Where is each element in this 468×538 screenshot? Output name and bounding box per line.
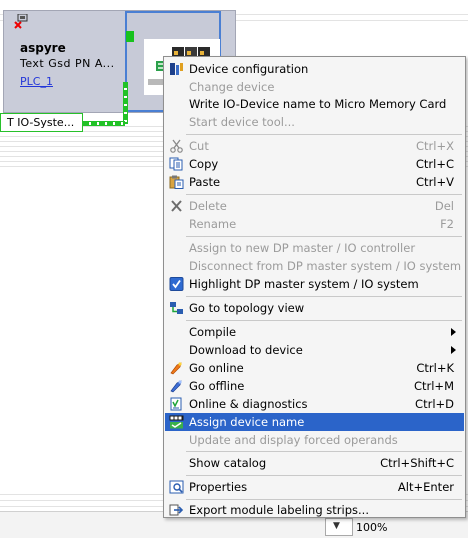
menu-separator	[186, 475, 462, 476]
menu-label: Copy	[189, 157, 219, 171]
profinet-bus-horizontal	[83, 121, 125, 126]
copy-icon	[169, 157, 183, 171]
menu-shortcut: Ctrl+C	[415, 157, 454, 171]
menu-shortcut: Ctrl+M	[413, 379, 454, 393]
menu-shortcut: F2	[440, 217, 454, 231]
zoom-value: 100%	[356, 521, 388, 534]
checkbox-checked-icon	[169, 277, 184, 291]
menu-separator	[186, 236, 462, 237]
menu-item-go-offline[interactable]: Go offline Ctrl+M	[165, 377, 464, 395]
diagnostics-icon	[170, 397, 182, 411]
paste-icon	[169, 175, 184, 189]
menu-label: Compile	[189, 325, 237, 339]
menu-item-properties[interactable]: Properties Alt+Enter	[165, 478, 464, 496]
menu-label: Go to topology view	[189, 301, 305, 315]
menu-separator	[186, 296, 462, 297]
menu-item-paste[interactable]: Paste Ctrl+V	[165, 173, 464, 191]
menu-label: Assign device name	[189, 415, 305, 429]
menu-shortcut: Del	[434, 199, 454, 213]
menu-label: Write IO-Device name to Micro Memory Car…	[189, 97, 447, 111]
device-error-icon	[14, 14, 28, 29]
plc-link[interactable]: PLC_1	[20, 75, 53, 88]
export-icon	[169, 504, 184, 516]
menu-label: Properties	[189, 480, 248, 494]
profinet-bus-vertical	[123, 82, 128, 124]
menu-item-change-device[interactable]: Change device	[165, 78, 464, 96]
menu-shortcut: Ctrl+K	[416, 361, 454, 375]
device-config-icon	[170, 63, 183, 75]
delete-icon	[171, 200, 182, 212]
menu-separator	[186, 451, 462, 452]
menu-label: Assign to new DP master / IO controller	[189, 241, 416, 255]
menu-item-go-online[interactable]: Go online Ctrl+K	[165, 359, 464, 377]
menu-label: Cut	[189, 139, 209, 153]
scissors-icon	[170, 139, 183, 153]
menu-label: Go online	[189, 361, 244, 375]
menu-item-compile[interactable]: Compile	[165, 323, 464, 341]
io-system-label[interactable]: T IO-Syste...	[0, 113, 83, 132]
menu-label: Device configuration	[189, 62, 309, 76]
menu-item-write-io-device-name[interactable]: Write IO-Device name to Micro Memory Car…	[165, 95, 464, 113]
menu-shortcut: Ctrl+Shift+C	[380, 456, 454, 470]
menu-label: Start device tool...	[189, 115, 295, 129]
menu-item-assign-master[interactable]: Assign to new DP master / IO controller	[165, 239, 464, 257]
menu-shortcut: Ctrl+D	[415, 397, 454, 411]
menu-separator	[186, 499, 462, 500]
menu-label: Paste	[189, 175, 221, 189]
menu-separator	[186, 320, 462, 321]
menu-label: Highlight DP master system / IO system	[189, 277, 419, 291]
status-indicator-icon	[126, 31, 134, 42]
menu-item-online-diagnostics[interactable]: Online & diagnostics Ctrl+D	[165, 395, 464, 413]
menu-label: Show catalog	[189, 456, 267, 470]
menu-separator	[186, 194, 462, 195]
menu-item-copy[interactable]: Copy Ctrl+C	[165, 155, 464, 173]
menu-item-topology-view[interactable]: Go to topology view	[165, 299, 464, 317]
menu-item-assign-device-name[interactable]: Assign device name	[165, 413, 464, 431]
menu-label: Delete	[189, 199, 227, 213]
chevron-down-icon[interactable]: ▼	[333, 521, 340, 531]
menu-label: Go offline	[189, 379, 245, 393]
go-online-icon	[170, 362, 182, 375]
menu-item-start-device-tool[interactable]: Start device tool...	[165, 113, 464, 131]
menu-label: Update and display forced operands	[189, 433, 398, 447]
menu-item-device-configuration[interactable]: Device configuration	[165, 60, 464, 78]
menu-item-highlight-master-system[interactable]: Highlight DP master system / IO system	[165, 275, 464, 293]
menu-item-cut[interactable]: Cut Ctrl+X	[165, 137, 464, 155]
menu-item-update-forced-operands[interactable]: Update and display forced operands	[165, 431, 464, 449]
menu-label: Online & diagnostics	[189, 397, 308, 411]
menu-label: Export module labeling strips...	[189, 503, 369, 517]
submenu-arrow-icon	[451, 328, 456, 336]
menu-item-show-catalog[interactable]: Show catalog Ctrl+Shift+C	[165, 454, 464, 472]
menu-shortcut: Ctrl+X	[416, 139, 454, 153]
menu-label: Disconnect from DP master system / IO sy…	[189, 259, 462, 273]
menu-item-delete[interactable]: Delete Del	[165, 197, 464, 215]
menu-shortcut: Alt+Enter	[397, 480, 454, 494]
properties-icon	[169, 480, 184, 494]
menu-item-export-labeling-strips[interactable]: Export module labeling strips...	[165, 501, 464, 519]
menu-label: Change device	[189, 80, 275, 94]
context-menu: Device configuration Change device Write…	[163, 56, 466, 518]
go-offline-icon	[170, 380, 182, 393]
device-type: Text Gsd PN A...	[20, 57, 115, 70]
submenu-arrow-icon	[451, 346, 456, 354]
assign-name-icon	[169, 415, 184, 429]
topology-icon	[170, 302, 183, 314]
menu-shortcut: Ctrl+V	[416, 175, 454, 189]
menu-separator	[186, 134, 462, 135]
menu-label: Rename	[189, 217, 237, 231]
device-name: aspyre	[20, 41, 66, 55]
menu-item-rename[interactable]: Rename F2	[165, 215, 464, 233]
menu-item-download-to-device[interactable]: Download to device	[165, 341, 464, 359]
menu-label: Download to device	[189, 343, 303, 357]
menu-item-disconnect-master[interactable]: Disconnect from DP master system / IO sy…	[165, 257, 464, 275]
